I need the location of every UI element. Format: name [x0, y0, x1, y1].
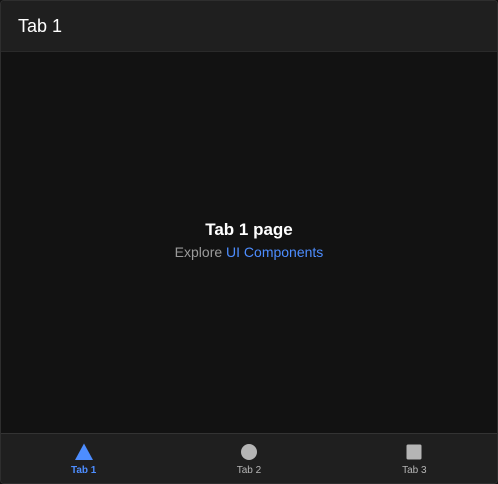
tab-3-label: Tab 3 — [402, 464, 427, 476]
tab-2[interactable]: Tab 2 — [166, 434, 331, 483]
app-window: Tab 1 Tab 1 page Explore UI Components T… — [0, 0, 498, 484]
page-content: Tab 1 page Explore UI Components — [1, 52, 497, 434]
explore-prefix: Explore — [174, 244, 223, 260]
tab-1[interactable]: Tab 1 — [1, 434, 166, 483]
ellipse-icon — [240, 443, 257, 460]
ui-components-link[interactable]: UI Components — [226, 244, 323, 260]
page-title: Tab 1 page — [205, 220, 293, 239]
page-header-title: Tab 1 — [18, 15, 63, 36]
toolbar: Tab 1 — [1, 1, 497, 52]
tab-bar: Tab 1 Tab 2 Tab 3 — [1, 433, 497, 483]
tab-3[interactable]: Tab 3 — [332, 434, 497, 483]
square-icon — [406, 444, 422, 459]
tab-1-label: Tab 1 — [70, 464, 97, 476]
triangle-icon — [74, 443, 93, 460]
tab-2-label: Tab 2 — [236, 464, 262, 476]
explore-text: Explore UI Components — [175, 244, 324, 260]
